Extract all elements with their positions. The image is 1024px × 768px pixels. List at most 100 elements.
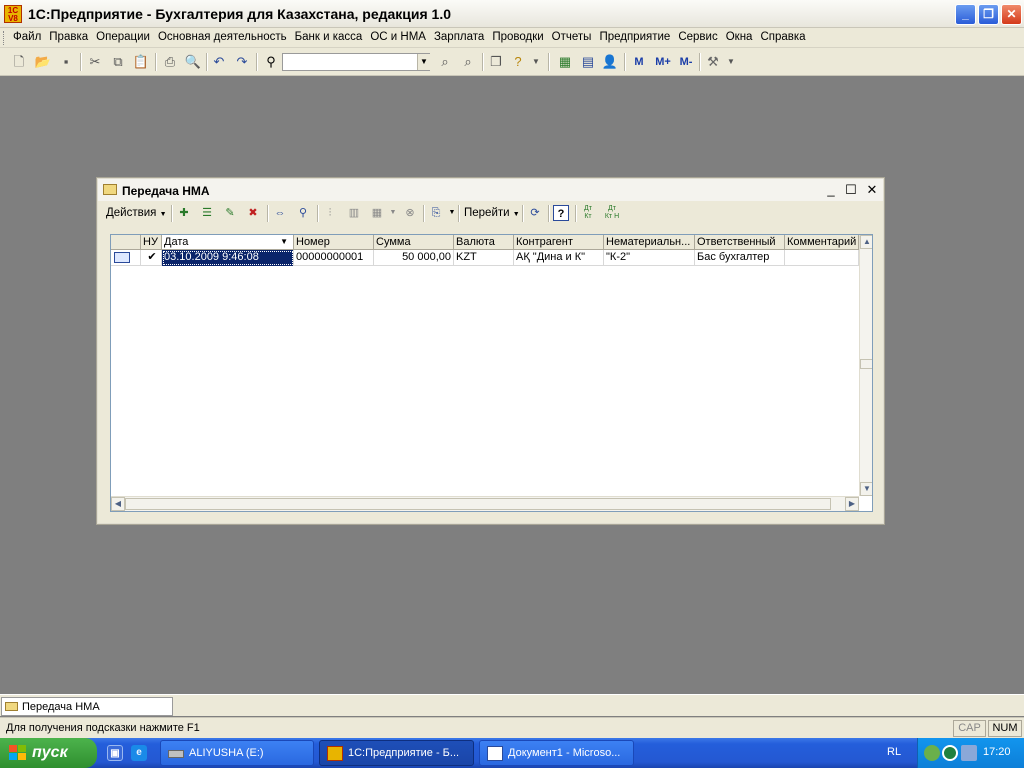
horizontal-scroll-thumb[interactable] bbox=[125, 498, 831, 510]
column-header-intangible[interactable]: Нематериальн... bbox=[604, 235, 695, 250]
row-intangible-cell[interactable]: "К-2" bbox=[604, 250, 695, 266]
child-close-button[interactable]: ✕ bbox=[864, 182, 880, 198]
user-icon[interactable]: 👤 bbox=[601, 53, 619, 71]
internet-explorer-icon[interactable]: e bbox=[131, 745, 147, 761]
memory-m-button[interactable]: M bbox=[630, 53, 648, 71]
save-icon[interactable]: ▪ bbox=[57, 53, 75, 71]
tools-dropdown-icon[interactable]: ▼ bbox=[722, 53, 740, 71]
column-header-comment[interactable]: Комментарий bbox=[785, 235, 859, 250]
actions-menu-button[interactable]: Действия ▼ bbox=[106, 205, 167, 222]
column-header-number[interactable]: Номер bbox=[294, 235, 374, 250]
start-button[interactable]: пуск bbox=[0, 738, 97, 768]
clock[interactable]: 17:20 bbox=[983, 746, 1011, 758]
1c-app-icon[interactable]: 1C V8 bbox=[4, 5, 22, 23]
calendar-icon[interactable]: ▤ bbox=[579, 53, 597, 71]
find-prev-icon[interactable]: ⌕ bbox=[459, 53, 477, 71]
menu-windows[interactable]: Окна bbox=[726, 31, 757, 43]
find-icon[interactable]: ⚲ bbox=[262, 53, 280, 71]
column-header-date[interactable]: Дата ▼ bbox=[162, 235, 294, 250]
windows-icon[interactable]: ❐ bbox=[487, 53, 505, 71]
open-icon[interactable]: 📂 bbox=[34, 53, 52, 71]
search-by-number-icon[interactable]: ⚲ bbox=[295, 205, 311, 221]
filter-by-value-icon[interactable]: ▥ bbox=[346, 205, 362, 221]
new-document-icon[interactable]: 🗋 bbox=[10, 53, 28, 71]
copy-icon[interactable]: ⧉ bbox=[109, 53, 127, 71]
clear-filter-icon[interactable]: ⊗ bbox=[402, 205, 418, 221]
scroll-down-icon[interactable]: ▼ bbox=[860, 482, 872, 496]
scroll-thumb[interactable] bbox=[860, 359, 872, 369]
network-connection-icon[interactable] bbox=[961, 745, 977, 761]
memory-plus-button[interactable]: M+ bbox=[653, 53, 673, 71]
search-dropdown-icon[interactable]: ▼ bbox=[417, 54, 430, 70]
column-header-counterparty[interactable]: Контрагент bbox=[514, 235, 604, 250]
print-preview-icon[interactable]: 🔍 bbox=[184, 53, 202, 71]
filter-icon[interactable]: ⫶ bbox=[322, 205, 338, 221]
scroll-left-icon[interactable]: ◀ bbox=[111, 497, 125, 511]
menu-operations[interactable]: Операции bbox=[96, 31, 154, 43]
column-header-sum[interactable]: Сумма bbox=[374, 235, 454, 250]
create-based-on-icon[interactable]: ⎘ bbox=[428, 205, 444, 221]
refresh-icon[interactable]: ⟳ bbox=[527, 205, 543, 221]
row-currency-cell[interactable]: KZT bbox=[454, 250, 514, 266]
menu-edit[interactable]: Правка bbox=[49, 31, 92, 43]
memory-minus-button[interactable]: M- bbox=[676, 53, 696, 71]
help-button[interactable]: ? bbox=[553, 205, 569, 221]
menu-file[interactable]: Файл bbox=[13, 31, 45, 43]
row-sum-cell[interactable]: 50 000,00 bbox=[374, 250, 454, 266]
row-number-cell[interactable]: 00000000001 bbox=[294, 250, 374, 266]
child-minimize-button[interactable]: _ bbox=[823, 182, 839, 198]
window-tab-transfer-nma[interactable]: Передача НМА bbox=[1, 697, 173, 716]
child-maximize-button[interactable]: ☐ bbox=[843, 182, 859, 198]
row-responsible-cell[interactable]: Бас бухгалтер bbox=[695, 250, 785, 266]
cut-icon[interactable]: ✂ bbox=[86, 53, 104, 71]
task-1c-enterprise[interactable]: 1С:Предприятие - Б... bbox=[319, 740, 474, 766]
undo-icon[interactable]: ↶ bbox=[210, 53, 228, 71]
filter-history-icon[interactable]: ▦ bbox=[369, 205, 385, 221]
show-desktop-icon[interactable]: ▣ bbox=[107, 745, 123, 761]
row-date-cell[interactable]: 03.10.2009 9:46:08 bbox=[162, 250, 294, 266]
document-list-grid[interactable]: НУ Дата ▼ Номер Сумма Валюта Контрагент Н… bbox=[110, 234, 873, 512]
menu-main-activity[interactable]: Основная деятельность bbox=[158, 31, 291, 43]
find-next-icon[interactable]: ⌕ bbox=[436, 53, 454, 71]
column-header-currency[interactable]: Валюта bbox=[454, 235, 514, 250]
restore-button[interactable]: ❐ bbox=[978, 4, 999, 25]
column-header-responsible[interactable]: Ответственный bbox=[695, 235, 785, 250]
delete-row-icon[interactable]: ✖ bbox=[245, 205, 261, 221]
network-tray-icon[interactable] bbox=[924, 745, 940, 761]
scroll-right-icon[interactable]: ▶ bbox=[845, 497, 859, 511]
add-row-icon[interactable]: ✚ bbox=[176, 205, 192, 221]
menu-enterprise[interactable]: Предприятие bbox=[599, 31, 674, 43]
row-comment-cell[interactable] bbox=[785, 250, 859, 266]
filter-history-dropdown-icon[interactable]: ▼ bbox=[385, 205, 401, 221]
entries-dt-kt-n-icon[interactable]: Дт Кт Н bbox=[604, 205, 620, 221]
language-indicator[interactable]: RL bbox=[887, 746, 901, 758]
edit-row-icon[interactable]: ✎ bbox=[222, 205, 238, 221]
add-group-icon[interactable]: ☰ bbox=[199, 205, 215, 221]
menu-help[interactable]: Справка bbox=[760, 31, 809, 43]
menu-reports[interactable]: Отчеты bbox=[552, 31, 596, 43]
close-button[interactable]: ✕ bbox=[1001, 4, 1022, 25]
redo-icon[interactable]: ↷ bbox=[233, 53, 251, 71]
help-dropdown-icon[interactable]: ▼ bbox=[527, 53, 545, 71]
entries-dt-kt-icon[interactable]: Дт Кт bbox=[580, 205, 596, 221]
interval-icon[interactable]: ⇔ bbox=[272, 205, 288, 221]
goto-menu-button[interactable]: Перейти ▼ bbox=[464, 205, 520, 222]
vertical-scrollbar[interactable]: ▲ ▼ bbox=[859, 235, 872, 496]
minimize-button[interactable]: _ bbox=[955, 4, 976, 25]
row-counterparty-cell[interactable]: АҚ "Дина и К" bbox=[514, 250, 604, 266]
calculator-icon[interactable]: ▦ bbox=[556, 53, 574, 71]
menu-grip[interactable] bbox=[3, 31, 6, 45]
horizontal-scrollbar[interactable]: ◀ ▶ bbox=[111, 496, 859, 511]
print-icon[interactable]: ⎙ bbox=[161, 53, 179, 71]
search-combo-input[interactable] bbox=[282, 53, 430, 71]
column-header-nu[interactable]: НУ bbox=[141, 235, 162, 250]
column-header-icon[interactable] bbox=[111, 235, 141, 250]
antivirus-tray-icon[interactable] bbox=[942, 745, 958, 761]
menu-entries[interactable]: Проводки bbox=[492, 31, 547, 43]
table-row[interactable]: ✔ 03.10.2009 9:46:08 00000000001 50 000,… bbox=[111, 250, 859, 266]
task-drive-aliyusha[interactable]: ALIYUSHA (E:) bbox=[160, 740, 314, 766]
help-1c-icon[interactable]: ? bbox=[509, 53, 527, 71]
menu-salary[interactable]: Зарплата bbox=[434, 31, 488, 43]
menu-service[interactable]: Сервис bbox=[678, 31, 721, 43]
scroll-up-icon[interactable]: ▲ bbox=[860, 235, 872, 249]
